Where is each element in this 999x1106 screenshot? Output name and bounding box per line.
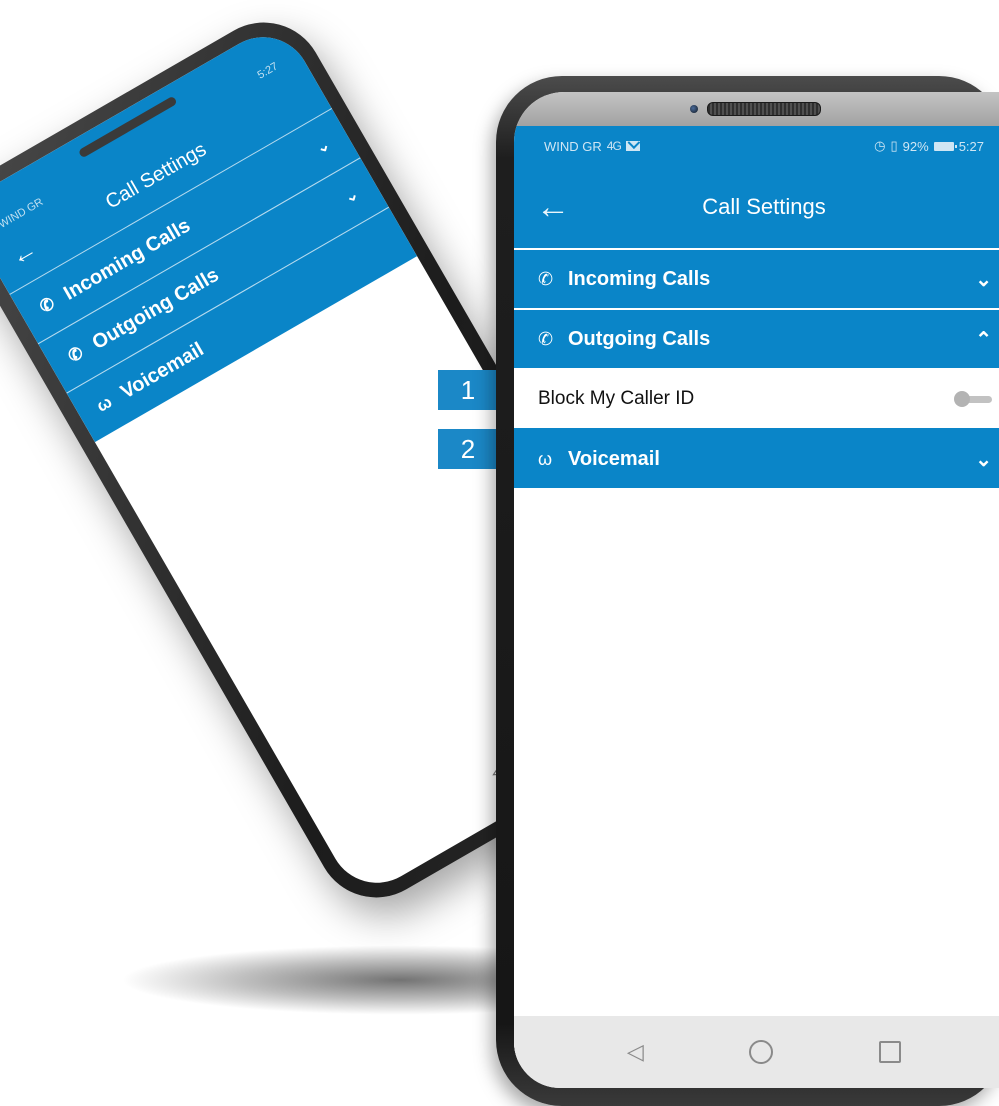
step-badge-1: 1 [438, 370, 498, 410]
nav-recents-icon[interactable] [879, 1041, 902, 1063]
app-header: ← Call Settings [514, 166, 999, 250]
alarm-icon: ◷ [874, 138, 886, 153]
chevron-up-icon[interactable]: ⌃ [975, 327, 992, 352]
nav-back-icon[interactable]: ◁ [627, 1039, 644, 1065]
content-area [514, 490, 999, 1062]
front-camera [690, 105, 698, 113]
chevron-down-icon[interactable]: ⌄ [975, 267, 992, 292]
section-incoming-calls[interactable]: ✆ Incoming Calls ⌄ [514, 250, 999, 310]
phone-screen: WIND GR 4G ◷ ▯ 92% 5:27 ← Call Settings … [514, 92, 999, 1088]
setting-block-caller-id[interactable]: Block My Caller ID [514, 370, 999, 430]
nav-home-icon[interactable] [749, 1040, 774, 1064]
block-caller-id-toggle[interactable] [954, 391, 992, 407]
section-label: Outgoing Calls [568, 327, 711, 350]
status-left: WIND GR 4G [544, 139, 640, 154]
battery-icon [933, 141, 957, 151]
outgoing-call-icon: ✆ [538, 328, 554, 349]
toggle-thumb [954, 391, 970, 407]
section-label: Incoming Calls [568, 267, 711, 290]
voicemail-icon: ω [538, 448, 553, 469]
status-time: 5:27 [958, 138, 984, 154]
step-badge-2: 2 [438, 429, 498, 469]
earpiece-speaker [707, 102, 821, 116]
phone-top-bezel [514, 92, 999, 126]
chevron-down-icon[interactable]: ⌄ [975, 447, 992, 472]
section-voicemail[interactable]: ω Voicemail ⌄ [514, 430, 999, 490]
back-arrow-icon[interactable]: ← [514, 190, 606, 224]
battery-percent: 92% [902, 138, 929, 154]
vibrate-icon: ▯ [890, 138, 898, 153]
carrier-name: WIND GR [544, 138, 602, 154]
navigation-bar: ◁ [514, 1016, 999, 1088]
signal-icon: 4G [606, 139, 622, 153]
status-right: ◷ ▯ 92% 5:27 [874, 138, 984, 154]
phone-frame: WIND GR 4G ◷ ▯ 92% 5:27 ← Call Settings … [496, 76, 999, 1106]
incoming-call-icon: ✆ [538, 268, 554, 289]
status-bar: WIND GR 4G ◷ ▯ 92% 5:27 [514, 126, 999, 166]
section-label: Voicemail [568, 447, 660, 470]
page-title: Call Settings [702, 194, 826, 219]
section-outgoing-calls[interactable]: ✆ Outgoing Calls ⌃ [514, 310, 999, 370]
setting-label: Block My Caller ID [538, 388, 695, 409]
mail-icon [625, 141, 640, 151]
